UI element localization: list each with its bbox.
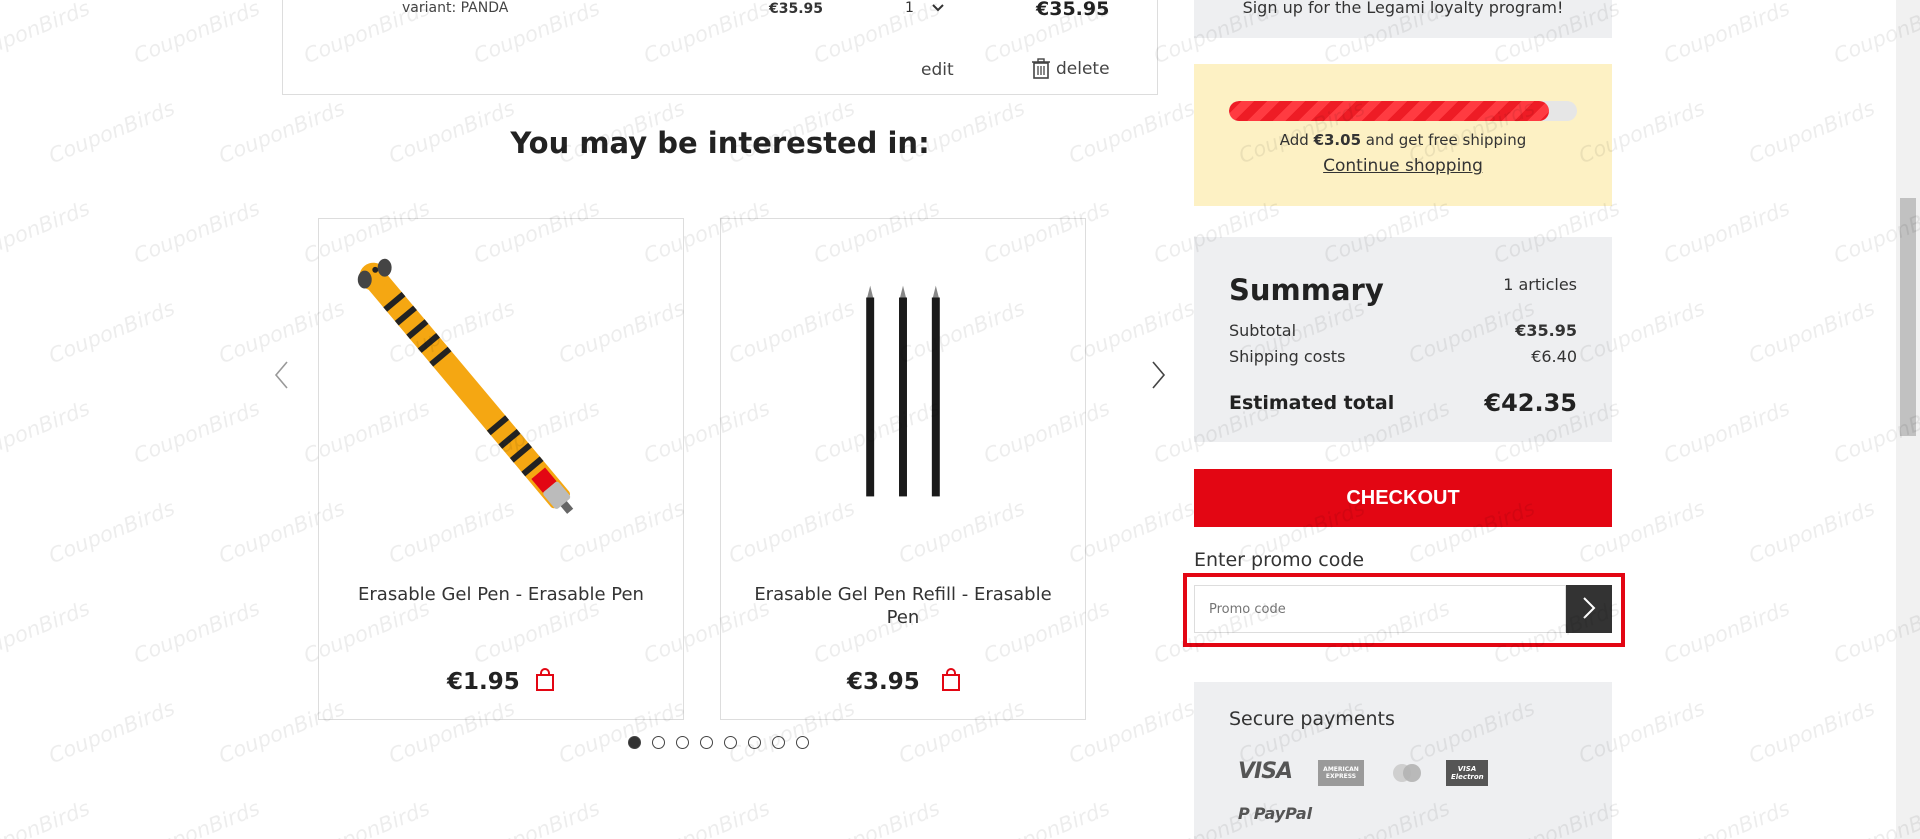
trash-icon — [1032, 58, 1050, 79]
shipping-costs-label: Shipping costs — [1229, 347, 1346, 366]
watermark-text: CouponBirds — [45, 295, 179, 369]
secure-payments-panel: Secure payments VISA AMERICAN EXPRESS VI… — [1194, 682, 1612, 839]
promo-code-input[interactable] — [1194, 585, 1566, 633]
watermark-text: CouponBirds — [300, 795, 434, 839]
estimated-total-row: Estimated total €42.35 — [1229, 389, 1577, 417]
watermark-text: CouponBirds — [470, 795, 604, 839]
quantity-value: 1 — [905, 0, 914, 16]
loyalty-text: Sign up for the Legami loyalty program! — [1242, 0, 1564, 17]
watermark-text: CouponBirds — [45, 95, 179, 169]
watermark-text: CouponBirds — [130, 795, 264, 839]
watermark-text: CouponBirds — [0, 795, 94, 839]
watermark-text: CouponBirds — [810, 795, 944, 839]
order-summary: Summary 1 articles Subtotal €35.95 Shipp… — [1194, 237, 1612, 442]
watermark-text: CouponBirds — [1745, 295, 1879, 369]
carousel-prev-arrow-icon[interactable] — [272, 358, 292, 392]
edit-link[interactable]: edit — [921, 60, 954, 80]
cart-item: variant: PANDA €35.95 1 €35.95 edit dele… — [282, 0, 1158, 95]
recommendations-title: You may be interested in: — [510, 126, 930, 160]
pen-refill-image — [866, 285, 940, 497]
carousel-next-arrow-icon[interactable] — [1148, 358, 1168, 392]
estimated-total-label: Estimated total — [1229, 392, 1395, 414]
watermark-text: CouponBirds — [45, 695, 179, 769]
watermark-text: CouponBirds — [0, 395, 94, 469]
carousel-dot[interactable] — [748, 736, 761, 749]
bee-pen-image — [357, 258, 574, 514]
watermark-text: CouponBirds — [1660, 195, 1794, 269]
mastercard-icon — [1390, 762, 1424, 784]
subtotal-row: Subtotal €35.95 — [1229, 321, 1577, 340]
carousel-dot[interactable] — [724, 736, 737, 749]
summary-title: Summary — [1229, 273, 1384, 307]
carousel-dot[interactable] — [676, 736, 689, 749]
watermark-text: CouponBirds — [1745, 695, 1879, 769]
page-scrollbar[interactable] — [1896, 0, 1920, 839]
continue-shopping-link[interactable]: Continue shopping — [1194, 156, 1612, 176]
watermark-text: CouponBirds — [130, 395, 264, 469]
free-shipping-box: Add €3.05 and get free shipping Continue… — [1194, 64, 1612, 206]
carousel-dot[interactable] — [700, 736, 713, 749]
quantity-select[interactable]: 1 — [905, 0, 944, 16]
delete-button[interactable]: delete — [1032, 58, 1110, 79]
carousel-dot[interactable] — [628, 736, 641, 749]
shipping-progress-bar — [1229, 101, 1577, 121]
free-shipping-message: Add €3.05 and get free shipping — [1279, 131, 1527, 149]
checkout-button[interactable]: CHECKOUT — [1194, 469, 1612, 527]
subtotal-label: Subtotal — [1229, 321, 1297, 340]
watermark-text: CouponBirds — [130, 195, 264, 269]
watermark-text: CouponBirds — [130, 595, 264, 669]
scrollbar-thumb[interactable] — [1900, 198, 1916, 436]
watermark-text: CouponBirds — [980, 795, 1114, 839]
shipping-costs-row: Shipping costs €6.40 — [1229, 347, 1577, 366]
watermark-text: CouponBirds — [45, 495, 179, 569]
estimated-total-value: €42.35 — [1484, 389, 1577, 417]
watermark-text: CouponBirds — [1660, 0, 1794, 69]
product-price: €1.95 — [447, 669, 520, 695]
shopping-bag-icon[interactable] — [941, 668, 961, 692]
watermark-text: CouponBirds — [1660, 395, 1794, 469]
visa-icon: VISA — [1238, 759, 1293, 784]
free-shipping-amount: €3.05 — [1313, 131, 1362, 149]
shipping-progress-fill — [1229, 101, 1550, 121]
watermark-text: CouponBirds — [1745, 95, 1879, 169]
loyalty-banner[interactable]: Sign up for the Legami loyalty program! — [1194, 0, 1612, 38]
watermark-text: CouponBirds — [0, 595, 94, 669]
american-express-icon: AMERICAN EXPRESS — [1318, 760, 1364, 786]
promo-submit-button[interactable] — [1566, 585, 1612, 633]
watermark-text: CouponBirds — [1660, 795, 1794, 839]
product-name[interactable]: Erasable Gel Pen Refill - Erasable Pen — [741, 583, 1065, 629]
watermark-text: CouponBirds — [0, 195, 94, 269]
carousel-dot[interactable] — [796, 736, 809, 749]
watermark-text: CouponBirds — [1660, 595, 1794, 669]
secure-payments-title: Secure payments — [1229, 708, 1395, 730]
paypal-icon: P PayPal — [1238, 804, 1313, 823]
cart-item-variant: variant: PANDA — [402, 0, 509, 16]
carousel-dot[interactable] — [652, 736, 665, 749]
watermark-text: CouponBirds — [130, 0, 264, 69]
shopping-bag-icon[interactable] — [535, 668, 555, 692]
cart-item-unit-price: €35.95 — [769, 1, 824, 17]
chevron-down-icon — [932, 4, 944, 12]
delete-label: delete — [1056, 58, 1110, 79]
carousel-pagination — [628, 736, 809, 749]
product-price: €3.95 — [847, 669, 920, 695]
watermark-text: CouponBirds — [640, 795, 774, 839]
product-name[interactable]: Erasable Gel Pen - Erasable Pen — [339, 583, 663, 606]
watermark-text: CouponBirds — [1745, 495, 1879, 569]
cart-item-total: €35.95 — [1036, 0, 1110, 20]
carousel-dot[interactable] — [772, 736, 785, 749]
shipping-costs-value: €6.40 — [1531, 347, 1577, 366]
watermark-text: CouponBirds — [0, 0, 94, 69]
summary-item-count: 1 articles — [1503, 275, 1577, 294]
product-card[interactable]: Erasable Gel Pen Refill - Erasable Pen €… — [720, 218, 1086, 720]
chevron-right-icon — [1583, 596, 1596, 619]
promo-code-label: Enter promo code — [1194, 549, 1365, 571]
subtotal-value: €35.95 — [1515, 321, 1577, 340]
visa-electron-icon: VISA Electron — [1446, 760, 1488, 786]
product-card[interactable]: Erasable Gel Pen - Erasable Pen €1.95 — [318, 218, 684, 720]
